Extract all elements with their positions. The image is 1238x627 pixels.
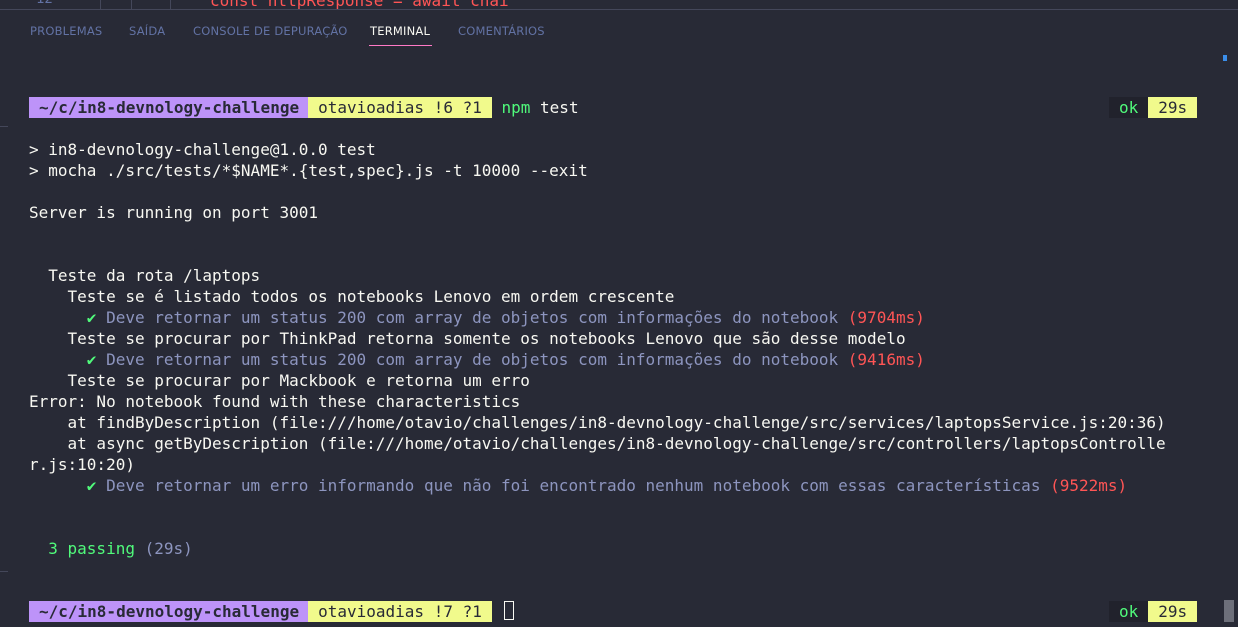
prompt-status-1: ok 29s <box>1109 97 1198 118</box>
tab-problems[interactable]: PROBLEMAS <box>30 24 102 38</box>
passing-duration: (29s) <box>134 539 193 558</box>
status-ok: ok <box>1109 601 1149 622</box>
test-result-line: ✔ Deve retornar um status 200 com array … <box>29 349 925 370</box>
server-log: Server is running on port 3001 <box>29 203 318 222</box>
terminal-cursor <box>503 601 514 620</box>
prompt-status-2: ok 29s <box>1109 601 1198 622</box>
prompt-path-segment: ~/c/in8-devnology-challenge <box>29 97 309 118</box>
test-description: Deve retornar um erro informando que não… <box>106 476 1041 495</box>
prompt-line-2: ~/c/in8-devnology-challenge otavioadias !… <box>29 601 514 622</box>
prompt-git-segment: otavioadias !7 ?1 <box>308 601 492 622</box>
test-group-title: Teste se é listado todos os notebooks Le… <box>29 287 675 306</box>
prompt-path-segment: ~/c/in8-devnology-challenge <box>29 601 309 622</box>
tab-output[interactable]: SAÍDA <box>129 24 165 38</box>
command-duration: 29s <box>1148 601 1198 622</box>
command-duration: 29s <box>1148 97 1198 118</box>
editor-line-number: 12 <box>36 0 53 7</box>
test-result-line: ✔ Deve retornar um status 200 com array … <box>29 307 925 328</box>
status-ok: ok <box>1109 97 1149 118</box>
prompt-git-segment: otavioadias !6 ?1 <box>308 97 492 118</box>
passing-summary: 3 passing (29s) <box>29 538 193 559</box>
command-name: npm <box>501 98 531 117</box>
terminal-scrollbar[interactable] <box>1224 600 1234 622</box>
command-args: test <box>530 98 579 117</box>
test-result-line: ✔ Deve retornar um erro informando que n… <box>29 475 1127 496</box>
prompt-line-1: ~/c/in8-devnology-challenge otavioadias !… <box>29 97 579 118</box>
test-duration: (9416ms) <box>838 350 925 369</box>
tab-debug-console[interactable]: CONSOLE DE DEPURAÇÃO <box>193 24 348 38</box>
test-description: Deve retornar um status 200 com array de… <box>106 308 839 327</box>
stack-trace-line: r.js:10:20) <box>29 455 135 474</box>
passing-count: 3 passing <box>29 539 135 558</box>
test-duration: (9704ms) <box>838 308 925 327</box>
test-suite-title: Teste da rota /laptops <box>29 266 261 285</box>
stack-trace-line: at async getByDescription (file:///home/… <box>29 434 1166 453</box>
npm-script-line: > in8-devnology-challenge@1.0.0 test <box>29 140 376 159</box>
divider <box>0 126 8 127</box>
error-message: Error: No notebook found with these char… <box>29 392 521 411</box>
check-icon: ✔ <box>29 308 107 327</box>
tab-terminal[interactable]: TERMINAL <box>370 24 430 38</box>
test-group-title: Teste se procurar por Mackbook e retorna… <box>29 371 530 390</box>
terminal-output[interactable]: ~/c/in8-devnology-challenge otavioadias !… <box>0 46 1238 627</box>
tab-comments[interactable]: COMENTÁRIOS <box>458 24 545 38</box>
check-icon: ✔ <box>29 350 107 369</box>
test-duration: (9522ms) <box>1040 476 1128 495</box>
npm-script-command: > mocha ./src/tests/*$NAME*.{test,spec}.… <box>29 161 588 180</box>
stack-trace-line: at findByDescription (file:///home/otavi… <box>29 413 1166 432</box>
scrollbar-marker <box>1223 55 1227 61</box>
panel-tabs: PROBLEMAS SAÍDA CONSOLE DE DEPURAÇÃO TER… <box>0 10 1238 46</box>
test-group-title: Teste se procurar por ThinkPad retorna s… <box>29 329 906 348</box>
divider <box>0 571 8 572</box>
check-icon: ✔ <box>29 476 107 495</box>
test-description: Deve retornar um status 200 com array de… <box>106 350 839 369</box>
